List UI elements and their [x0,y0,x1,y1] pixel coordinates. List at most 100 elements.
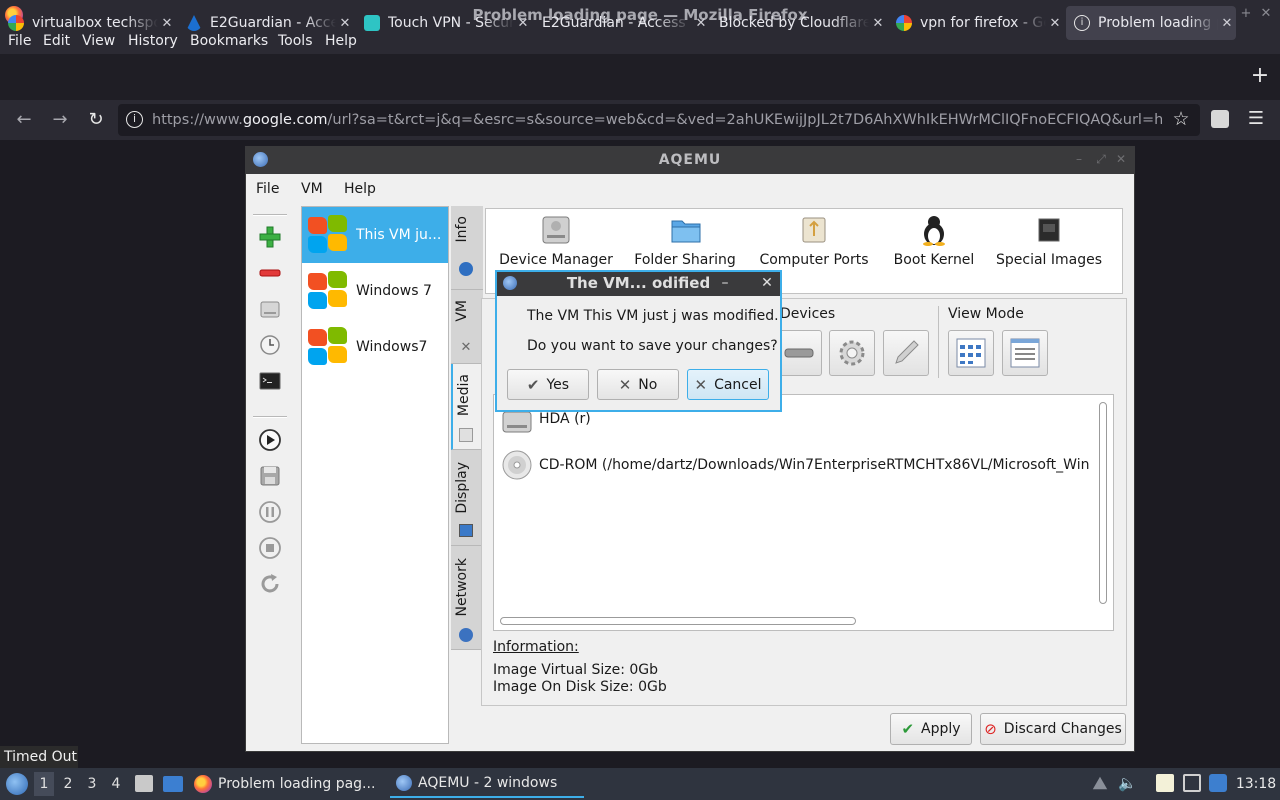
play-icon[interactable] [257,427,283,453]
tab-vpn-firefox[interactable]: vpn for firefox - Go ✕ [888,6,1064,40]
dialog-cancel-button[interactable]: ✕ Cancel [687,369,769,400]
url-text[interactable]: https://www.google.com/url?sa=t&rct=j&q=… [152,104,1162,136]
dialog-yes-button[interactable]: ✔ Yes [507,369,589,400]
reset-icon[interactable] [257,571,283,597]
x-icon: ✕ [694,375,708,394]
chip-icon [1034,214,1064,246]
device-row-cdrom[interactable]: CD-ROM (/home/dartz/Downloads/Win7Enterp… [502,449,1092,481]
task-aqemu[interactable]: AQEMU - 2 windows [390,770,584,798]
tab-info[interactable]: Info [451,206,483,290]
tab-label: vpn for firefox - Go [920,15,1046,31]
boot-kernel-button[interactable]: Boot Kernel [888,214,980,274]
tab-virtualbox[interactable]: virtualbox techspot ✕ [0,6,176,40]
show-desktop-icon[interactable] [163,776,183,792]
site-info-icon[interactable]: i [126,111,143,128]
dialog-no-button[interactable]: ✕ No [597,369,679,400]
computer-ports-button[interactable]: Computer Ports [756,214,872,274]
devices-label: Devices [780,306,836,322]
updates-icon[interactable] [1209,774,1227,792]
close-tab-icon[interactable]: ✕ [869,16,887,31]
usb-port-icon [799,214,829,246]
vm-item-windows7[interactable]: Windows7 [302,319,448,375]
device-properties-button[interactable] [829,330,875,376]
hard-disk-tool-icon[interactable] [257,296,283,322]
volume-icon[interactable]: 🔈 [1118,774,1137,792]
terminal-icon[interactable] [257,368,283,394]
google-icon [8,15,24,31]
tab-problem-loading[interactable]: i Problem loading page ✕ [1066,6,1236,40]
workspace-4[interactable]: 4 [106,772,126,796]
tab-label: virtualbox techspot [32,15,158,31]
horizontal-scrollbar[interactable] [500,617,856,625]
apply-button[interactable]: ✔ Apply [890,713,972,745]
tab-media[interactable]: Media [451,364,483,450]
tab-touchvpn[interactable]: Touch VPN - Secure ✕ [356,6,532,40]
tab-network[interactable]: Network [451,546,483,650]
stop-icon[interactable] [257,535,283,561]
new-tab-icon[interactable]: + [1250,65,1270,87]
add-hdd-button[interactable] [776,330,822,376]
aqemu-minimize-icon[interactable]: – [1072,151,1086,167]
add-vm-icon[interactable] [257,224,283,250]
close-tab-icon[interactable]: ✕ [1218,16,1236,31]
start-menu-icon[interactable] [6,773,28,795]
aqemu-menu-help[interactable]: Help [344,174,376,204]
vm-item-windows-7[interactable]: Windows 7 [302,263,448,319]
extension-icon[interactable] [1211,110,1229,128]
folder-icon [670,214,701,246]
bookmark-star-icon[interactable]: ☆ [1171,108,1191,130]
special-images-button[interactable]: Special Images [996,214,1102,274]
tab-e2guardian-1[interactable]: E2Guardian - Access ✕ [178,6,354,40]
clock: 13:18 [1235,776,1277,792]
edit-device-button[interactable] [883,330,929,376]
network-icon[interactable] [1183,774,1201,792]
workspace-2[interactable]: 2 [58,772,78,796]
folder-sharing-button[interactable]: Folder Sharing [630,214,740,274]
workspace-3[interactable]: 3 [82,772,102,796]
delete-vm-icon[interactable] [257,260,283,286]
file-manager-icon[interactable] [135,775,153,792]
tab-vm[interactable]: VM ✕ [451,290,483,364]
dialog-title: The VM... odified [566,274,711,292]
tab-label: E2Guardian - Access [542,15,686,31]
tab-display[interactable]: Display [451,450,483,546]
view-list-button[interactable] [1002,330,1048,376]
reload-icon[interactable]: ↻ [85,109,107,131]
close-tab-icon[interactable]: ✕ [514,16,532,31]
image-virtual-size: Image Virtual Size: 0Gb [493,662,659,678]
dialog-close-icon[interactable]: ✕ [759,273,775,293]
dialog-minimize-icon[interactable]: – [717,273,733,293]
forward-icon[interactable]: → [49,109,71,131]
vertical-scrollbar[interactable] [1099,402,1107,604]
aqemu-maximize-icon[interactable]: ⤢ [1094,151,1108,167]
aqemu-menu-file[interactable]: File [256,174,279,204]
back-icon[interactable]: ← [13,109,35,131]
vm-item-this-vm[interactable]: This VM ju... [302,207,448,263]
tab-cloudflare[interactable]: Blocked by Cloudflare ✕ [711,6,887,40]
close-tab-icon[interactable]: ✕ [158,16,176,31]
tab-e2guardian-2[interactable]: E2Guardian - Access ✕ [534,6,710,40]
aqemu-close-icon[interactable]: ✕ [1114,151,1128,167]
maximize-icon[interactable]: + [1238,6,1254,22]
toolbar-separator [253,214,287,216]
pause-icon[interactable] [257,499,283,525]
hamburger-menu-icon[interactable]: ☰ [1246,108,1266,130]
save-state-icon[interactable] [257,463,283,489]
tools-icon: ✕ [460,340,472,355]
aqemu-title: AQEMU [658,152,722,168]
notes-icon[interactable] [1156,774,1174,792]
aqemu-menu-vm[interactable]: VM [301,174,323,204]
check-icon: ✔ [901,720,915,738]
device-manager-button[interactable]: Device Manager [498,214,614,274]
workspace-1[interactable]: 1 [34,772,54,796]
close-tab-icon[interactable]: ✕ [1046,16,1064,31]
view-icons-button[interactable] [948,330,994,376]
discard-changes-button[interactable]: ⊘ Discard Changes [980,713,1126,745]
dialog-message: The VM This VM just j was modified. [527,308,779,324]
close-tab-icon[interactable]: ✕ [336,16,354,31]
tab-label: Problem loading page [1098,15,1218,31]
task-firefox[interactable]: Problem loading pag... [194,770,382,798]
clock-icon[interactable] [257,332,283,358]
close-icon[interactable]: ✕ [1258,6,1274,22]
close-tab-icon[interactable]: ✕ [692,16,710,31]
